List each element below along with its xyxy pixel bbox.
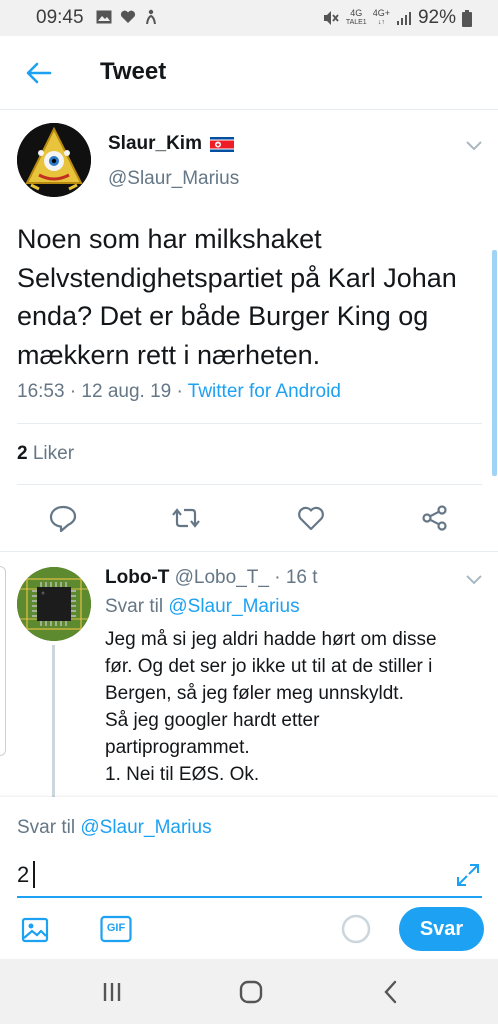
status-time: 09:45 xyxy=(36,7,84,28)
reply-icon[interactable] xyxy=(48,503,78,533)
reply-text-line: partiprogrammet. xyxy=(105,737,250,758)
retweet-icon[interactable] xyxy=(171,503,201,533)
input-underline xyxy=(17,896,482,898)
reply-avatar[interactable] xyxy=(17,567,91,641)
character-count-ring xyxy=(341,914,371,944)
gif-button[interactable]: GIF xyxy=(100,915,132,943)
chevron-down-icon[interactable] xyxy=(464,572,484,586)
reply-text-line: før. Og det ser jo ikke ut til at de sti… xyxy=(105,656,433,677)
tweet-source-link[interactable]: Twitter for Android xyxy=(188,381,341,402)
composer-reply-to: Svar til @Slaur_Marius xyxy=(17,817,212,838)
author-name[interactable]: Slaur_Kim xyxy=(108,133,234,155)
app-header: Tweet xyxy=(0,36,498,110)
heart-icon xyxy=(120,10,136,23)
likes-count[interactable]: 2 Liker xyxy=(17,443,74,465)
battery-icon xyxy=(462,9,472,27)
page-title: Tweet xyxy=(100,58,167,85)
reply-to-line: Svar til @Slaur_Marius xyxy=(105,596,300,617)
reply-author-name: Lobo-T xyxy=(105,567,170,588)
divider xyxy=(0,551,498,552)
reply-input[interactable] xyxy=(17,859,427,891)
system-nav-bar xyxy=(0,959,498,1024)
tweet-text: Noen som har milkshaket Selvstendighetsp… xyxy=(17,224,457,370)
image-icon xyxy=(96,10,112,24)
network-4g: 4G TALE1 xyxy=(345,8,367,27)
share-icon[interactable] xyxy=(420,503,450,533)
tweet-timestamp: 16:53 · 12 aug. 19 · xyxy=(17,381,188,402)
back-icon[interactable] xyxy=(376,977,406,1007)
pyramid-eye-avatar-icon xyxy=(17,123,91,197)
divider xyxy=(17,423,482,424)
north-korea-flag-icon xyxy=(209,136,234,152)
recent-apps-icon[interactable] xyxy=(97,977,127,1007)
thread-line xyxy=(52,645,55,805)
status-right: 4G TALE1 4G+ ↓↑ 92% xyxy=(322,7,472,29)
reply-handle-time: @Lobo_T_ · 16 t xyxy=(169,567,318,588)
author-handle: @Slaur_Marius xyxy=(108,168,240,189)
reply-composer: Svar til @Slaur_Marius GIF Svar xyxy=(0,797,498,959)
chevron-down-icon[interactable] xyxy=(464,138,484,152)
reply-text-line: Jeg må si jeg aldri hadde hørt om disse xyxy=(105,629,437,650)
battery-percent: 92% xyxy=(417,7,456,28)
scrollbar[interactable] xyxy=(492,250,497,476)
reply-text: Jeg må si jeg aldri hadde hørt om disse … xyxy=(105,626,485,788)
status-bar: 09:45 4G TALE1 4G+ ↓↑ 92% xyxy=(0,0,498,36)
reply-header[interactable]: Lobo-T @Lobo_T_ · 16 t xyxy=(105,567,318,589)
expand-icon[interactable] xyxy=(454,861,482,889)
status-left-icons xyxy=(96,9,158,25)
reply-submit-button[interactable]: Svar xyxy=(399,907,484,951)
circuit-board-avatar-icon xyxy=(17,567,91,641)
reply-text-line: Så jeg googler hardt etter xyxy=(105,710,320,731)
composer-reply-to-mention[interactable]: @Slaur_Marius xyxy=(80,817,211,838)
edge-panel-handle[interactable] xyxy=(0,566,6,756)
network-4g-plus: 4G+ ↓↑ xyxy=(372,8,390,27)
text-cursor xyxy=(33,861,35,888)
signal-icon xyxy=(396,11,411,25)
reply-to-mention[interactable]: @Slaur_Marius xyxy=(168,596,299,617)
home-icon[interactable] xyxy=(236,977,266,1007)
like-heart-icon[interactable] xyxy=(296,503,326,533)
back-arrow-icon[interactable] xyxy=(24,58,54,88)
author-avatar[interactable] xyxy=(17,123,91,197)
reply-text-line: Bergen, så jeg føler meg unnskyldt. xyxy=(105,683,404,704)
divider xyxy=(17,484,482,485)
accessibility-icon xyxy=(146,9,156,25)
tweet-meta: 16:53 · 12 aug. 19 · Twitter for Android xyxy=(17,381,341,403)
reply-text-line: 1. Nei til EØS. Ok. xyxy=(105,764,260,785)
mute-icon xyxy=(323,11,339,25)
image-icon[interactable] xyxy=(20,915,50,945)
